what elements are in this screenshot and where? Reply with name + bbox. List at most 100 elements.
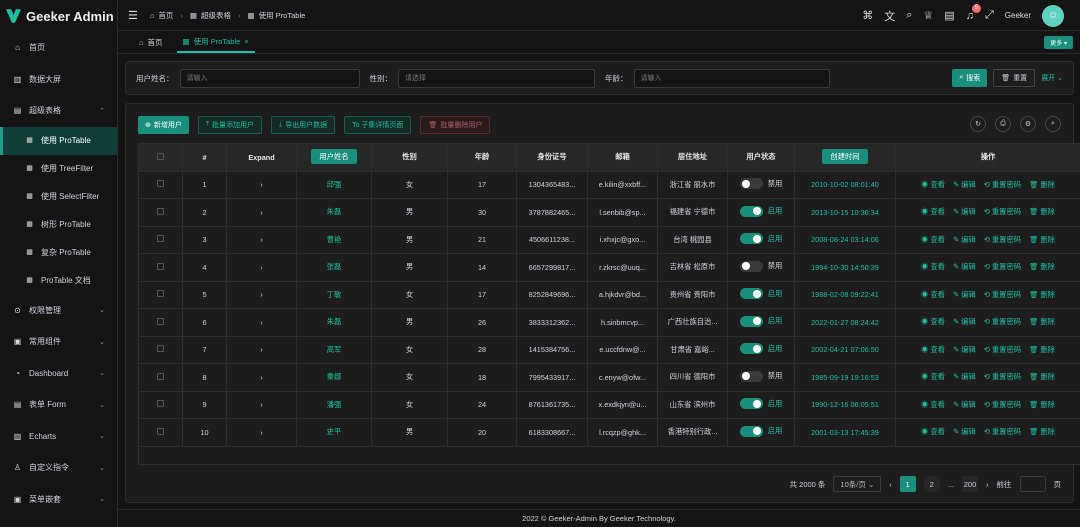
delete-button[interactable]: 🗑 删除 [1029,427,1055,437]
breadcrumb-item[interactable]: 首页 [158,10,173,21]
expand-row-icon[interactable]: › [226,280,297,309]
delete-button[interactable]: 🗑 删除 [1029,372,1055,382]
age-input[interactable]: 请输入 [633,68,830,88]
name-input[interactable]: 请输入 [179,68,360,88]
sidebar-item[interactable]: ▣ 常用组件 ⌄ [0,326,117,358]
status-switch[interactable]: 启用 [739,315,782,327]
breadcrumb-item[interactable]: 超级表格 [201,10,231,21]
row-checkbox[interactable] [138,198,183,227]
expand-row-icon[interactable]: › [226,335,297,364]
sidebar-item[interactable]: ♙ 自定义指令 ⌄ [0,452,117,484]
bell-icon[interactable]: ♫ 5 [966,3,981,22]
edit-button[interactable]: ✎ 编辑 [953,262,976,272]
language-icon[interactable]: 文 [884,8,895,24]
layout-icon[interactable]: ▤ [944,9,954,22]
reset-password-button[interactable]: ⟲ 重置密码 [984,372,1021,382]
status-switch[interactable]: 启用 [739,425,782,437]
reset-password-button[interactable]: ⟲ 重置密码 [984,290,1021,300]
size-icon[interactable]: ⌘ [862,9,873,22]
add-user-button[interactable]: ⊕ 新增用户 [138,116,189,134]
sidebar-item[interactable]: ▨ Echarts ⌄ [0,421,117,453]
close-icon[interactable]: × [244,37,248,46]
col-created[interactable]: 创建时间 [794,143,896,172]
sidebar-item[interactable]: ▦ 复杂 ProTable [0,239,117,267]
reset-button[interactable]: 🗑 重置 [993,69,1036,87]
page-size-select[interactable]: 10条/页 ⌄ [833,476,882,492]
batch-delete-button[interactable]: 🗑 批量删除用户 [420,116,491,134]
sidebar-item[interactable]: ▦ 使用 TreeFilter [0,155,117,183]
sidebar-item[interactable]: ▦ ProTable 文档 [0,267,117,295]
delete-button[interactable]: 🗑 删除 [1029,262,1055,272]
search-icon[interactable]: ⌕ [906,9,912,22]
row-checkbox[interactable] [138,308,183,337]
status-switch[interactable]: 禁用 [739,370,782,382]
row-checkbox[interactable] [138,335,183,364]
sidebar-item[interactable]: ▦ 使用 ProTable [0,126,117,155]
row-checkbox[interactable] [138,418,183,447]
expand-row-icon[interactable]: › [226,253,297,282]
sidebar-item[interactable]: ◔ Dashboard ⌄ [0,358,117,390]
expand-row-icon[interactable]: › [226,198,297,227]
view-button[interactable]: ◉ 查看 [921,317,945,327]
view-button[interactable]: ◉ 查看 [921,235,945,245]
expand-row-icon[interactable]: › [226,170,297,199]
username-header-button[interactable]: 用户姓名 [311,149,357,165]
row-checkbox[interactable] [138,363,183,392]
sidebar-item[interactable]: ▤ 表单 Form ⌄ [0,389,117,421]
delete-button[interactable]: 🗑 删除 [1029,207,1055,217]
view-button[interactable]: ◉ 查看 [921,345,945,355]
reset-password-button[interactable]: ⟲ 重置密码 [984,207,1021,217]
expand-row-icon[interactable]: › [226,390,297,419]
batch-add-button[interactable]: ⤒ 批量添加用户 [197,116,262,134]
sidebar-item[interactable]: ▣ 菜单嵌套 ⌄ [0,484,117,516]
expand-row-icon[interactable]: › [226,418,297,447]
view-button[interactable]: ◉ 查看 [921,290,945,300]
reset-password-button[interactable]: ⟲ 重置密码 [984,345,1021,355]
edit-button[interactable]: ✎ 编辑 [953,180,976,190]
status-switch[interactable]: 禁用 [739,260,782,272]
avatar[interactable]: ☺ [1042,4,1064,27]
row-checkbox[interactable] [138,225,183,254]
row-checkbox[interactable] [138,390,183,419]
reset-password-button[interactable]: ⟲ 重置密码 [984,262,1021,272]
refresh-icon[interactable]: ↻ [970,116,986,132]
delete-button[interactable]: 🗑 删除 [1029,345,1055,355]
delete-button[interactable]: 🗑 删除 [1029,290,1055,300]
view-button[interactable]: ◉ 查看 [921,207,945,217]
more-button[interactable]: 更多 ▾ [1044,36,1073,49]
status-switch[interactable]: 启用 [739,288,782,300]
view-button[interactable]: ◉ 查看 [921,372,945,382]
page-1[interactable]: 1 [899,476,916,492]
status-switch[interactable]: 启用 [739,343,782,355]
delete-button[interactable]: 🗑 删除 [1029,180,1055,190]
print-icon[interactable]: ⎙ [995,116,1011,132]
delete-button[interactable]: 🗑 删除 [1029,235,1055,245]
created-time-header-button[interactable]: 创建时间 [822,149,868,165]
row-checkbox[interactable] [138,280,183,309]
status-switch[interactable]: 禁用 [739,178,782,190]
status-switch[interactable]: 启用 [739,233,782,245]
tab-home[interactable]: ⌂ 首页 [133,31,169,53]
export-button[interactable]: ⤓ 导出用户数据 [270,116,336,134]
search-button[interactable]: ⌕ 搜索 [952,69,988,87]
reset-password-button[interactable]: ⟲ 重置密码 [984,400,1021,410]
row-checkbox[interactable] [138,253,183,282]
delete-button[interactable]: 🗑 删除 [1029,400,1055,410]
expand-toggle[interactable]: 展开 ⌄ [1041,73,1063,83]
gender-select[interactable]: 请选择 [398,68,595,88]
view-button[interactable]: ◉ 查看 [921,180,945,190]
edit-button[interactable]: ✎ 编辑 [953,317,976,327]
sidebar-item[interactable]: ▦ 使用 SelectFilter [0,183,117,211]
page-last[interactable]: 200 [962,476,978,492]
theme-icon[interactable]: ♕ [923,9,933,22]
reset-password-button[interactable]: ⟲ 重置密码 [984,235,1021,245]
select-all-checkbox[interactable] [138,143,183,172]
edit-button[interactable]: ✎ 编辑 [953,290,976,300]
status-switch[interactable]: 启用 [739,398,782,410]
column-settings-icon[interactable]: ⚙ [1020,116,1036,132]
delete-button[interactable]: 🗑 删除 [1029,317,1055,327]
col-username[interactable]: 用户姓名 [296,143,372,172]
view-button[interactable]: ◉ 查看 [921,400,945,410]
view-button[interactable]: ◉ 查看 [921,427,945,437]
reset-password-button[interactable]: ⟲ 重置密码 [984,180,1021,190]
